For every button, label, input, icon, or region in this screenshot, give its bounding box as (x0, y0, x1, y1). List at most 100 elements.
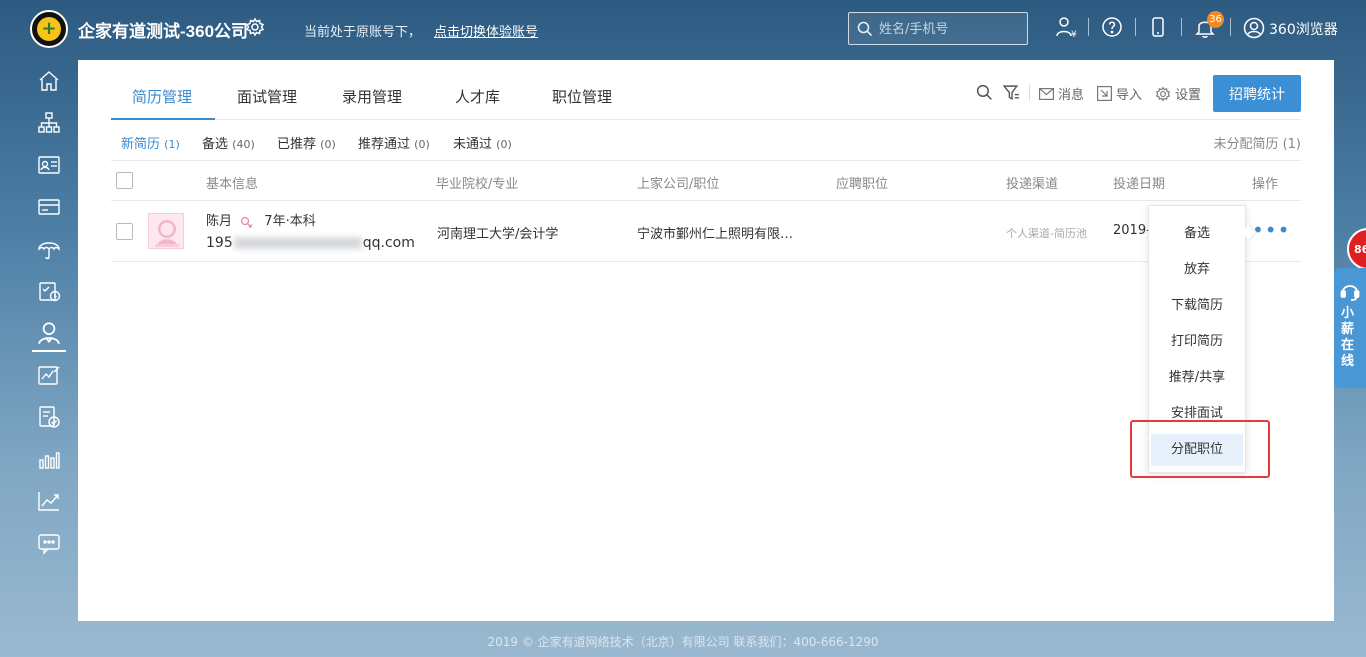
recruitment-stats-button[interactable]: 招聘统计 (1213, 75, 1301, 112)
nav-recruitment[interactable] (30, 316, 68, 352)
header-applied-position: 应聘职位 (836, 177, 889, 192)
user-salary-icon[interactable]: ¥ (1055, 15, 1079, 39)
company-logo[interactable]: + (30, 10, 68, 48)
subtab-new-resume[interactable]: 新简历 (1) (121, 133, 180, 152)
nav-insurance[interactable] (30, 232, 68, 266)
separator (1181, 18, 1182, 36)
menu-item-download-resume[interactable]: 下载简历 (1149, 290, 1245, 322)
menu-item-print-resume[interactable]: 打印简历 (1149, 326, 1245, 358)
candidate-name-text: 陈月 (206, 214, 233, 229)
row-checkbox[interactable] (116, 223, 133, 240)
nav-home[interactable] (30, 64, 68, 98)
mobile-icon[interactable] (1146, 15, 1170, 39)
tab-resume[interactable]: 简历管理 (132, 86, 192, 107)
top-bar: + 企家有道测试-360公司 当前处于原账号下， 点击切换体验账号 ¥ 36 3… (0, 0, 1366, 58)
search-icon (857, 21, 873, 37)
candidate-last-company: 宁波市鄞州仁上照明有限… (637, 227, 794, 242)
subtab-count: (0) (414, 138, 430, 151)
home-icon (39, 71, 59, 91)
filter-icon[interactable] (1003, 84, 1020, 101)
online-support-tab[interactable]: 小薪在线 (1334, 268, 1366, 388)
floating-badge[interactable]: 86 (1347, 228, 1366, 270)
redacted-text (233, 237, 362, 249)
doc-check-icon (39, 406, 60, 428)
import-label: 导入 (1116, 88, 1143, 103)
subtab-label: 已推荐 (277, 137, 317, 152)
chat-icon (38, 534, 60, 555)
nav-staff[interactable] (30, 148, 68, 182)
browser-label[interactable]: 360浏览器 (1269, 19, 1338, 39)
avatar (148, 213, 184, 249)
nav-attendance[interactable] (30, 274, 68, 308)
message-button[interactable]: 消息 (1039, 84, 1084, 103)
main-panel: 简历管理 面试管理 录用管理 人才库 职位管理 消息 导入 设置 招聘统计 新简… (78, 60, 1334, 621)
settings-button[interactable]: 设置 (1155, 84, 1201, 103)
headset-icon (1340, 285, 1360, 301)
id-card-icon (38, 156, 60, 174)
company-name[interactable]: 企家有道测试-360公司 (78, 17, 248, 42)
female-icon (241, 216, 253, 228)
menu-item-discard[interactable]: 放弃 (1149, 254, 1245, 286)
nav-reports[interactable] (30, 442, 68, 476)
tab-positions[interactable]: 职位管理 (552, 86, 612, 107)
separator (1088, 18, 1089, 36)
subtab-count: (1) (164, 138, 180, 151)
menu-item-alternate[interactable]: 备选 (1149, 218, 1245, 250)
table-header: 基本信息 毕业院校/专业 上家公司/职位 应聘职位 投递渠道 投递日期 操作 (111, 161, 1301, 201)
card-icon (38, 199, 60, 215)
subtab-label: 未通过 (453, 137, 493, 152)
bar-chart-icon (39, 452, 60, 469)
email-prefix: 195 (206, 235, 233, 251)
nav-analytics[interactable] (30, 484, 68, 518)
select-all-checkbox[interactable] (116, 172, 133, 189)
nav-messages[interactable] (30, 526, 68, 560)
active-tab-indicator (111, 118, 215, 120)
svg-text:¥: ¥ (1071, 30, 1077, 39)
subtab-count: (0) (496, 138, 512, 151)
more-actions-button[interactable]: ••• (1252, 220, 1290, 240)
umbrella-icon (38, 242, 60, 260)
gear-icon[interactable] (245, 17, 265, 37)
account-notice: 当前处于原账号下， (304, 25, 422, 40)
subtab-rejected[interactable]: 未通过 (0) (453, 133, 512, 152)
unassigned-resumes-link[interactable]: 未分配简历 (1) (1213, 133, 1301, 152)
candidate-channel: 个人渠道-简历池 (1006, 227, 1087, 240)
notification-badge: 36 (1207, 11, 1224, 28)
switch-account-link[interactable]: 点击切换体验账号 (434, 21, 538, 40)
person-icon (38, 322, 60, 345)
table-row[interactable]: 陈月 7年·本科 195 qq.com 河南理工大学/会计学 宁波市鄞州仁上照明有… (111, 201, 1301, 262)
subtab-recommended[interactable]: 已推荐 (0) (277, 133, 336, 152)
footer: 2019 © 企家有道网络技术（北京）有限公司 联系我们：400-666-129… (487, 635, 879, 649)
gear-icon (1155, 86, 1171, 101)
separator (1230, 18, 1231, 36)
header-last-company: 上家公司/职位 (637, 177, 720, 192)
header-actions: 操作 (1252, 177, 1279, 192)
resume-subtabs: 新简历 (1) 备选 (40) 已推荐 (0) 推荐通过 (0) 未通过 (0)… (111, 121, 1301, 161)
search-input[interactable] (879, 19, 1019, 39)
candidate-experience: 7年·本科 (264, 214, 316, 229)
candidate-name[interactable]: 陈月 7年·本科 (206, 210, 316, 229)
import-button[interactable]: 导入 (1097, 84, 1142, 103)
tab-hiring[interactable]: 录用管理 (342, 86, 402, 107)
subtab-alternate[interactable]: 备选 (40) (202, 133, 255, 152)
header-date: 投递日期 (1113, 177, 1166, 192)
tab-interview[interactable]: 面试管理 (237, 86, 297, 107)
search-icon[interactable] (976, 84, 993, 101)
help-icon[interactable] (1100, 15, 1124, 39)
subtab-label: 新简历 (121, 137, 161, 152)
search-box[interactable] (848, 12, 1028, 45)
nav-org[interactable] (30, 106, 68, 140)
nav-approval[interactable] (30, 400, 68, 434)
subtab-passed[interactable]: 推荐通过 (0) (358, 133, 430, 152)
settings-label: 设置 (1175, 88, 1202, 103)
user-avatar-icon[interactable] (1242, 16, 1266, 40)
header-school: 毕业院校/专业 (436, 177, 519, 192)
tab-talent-pool[interactable]: 人才库 (455, 86, 500, 107)
nav-payroll[interactable] (30, 190, 68, 224)
subtab-count: (40) (232, 138, 255, 151)
subtab-count: (0) (320, 138, 336, 151)
menu-item-recommend-share[interactable]: 推荐/共享 (1149, 362, 1245, 394)
import-icon (1097, 86, 1112, 101)
nav-performance[interactable] (30, 358, 68, 392)
calendar-check-icon (39, 282, 61, 302)
